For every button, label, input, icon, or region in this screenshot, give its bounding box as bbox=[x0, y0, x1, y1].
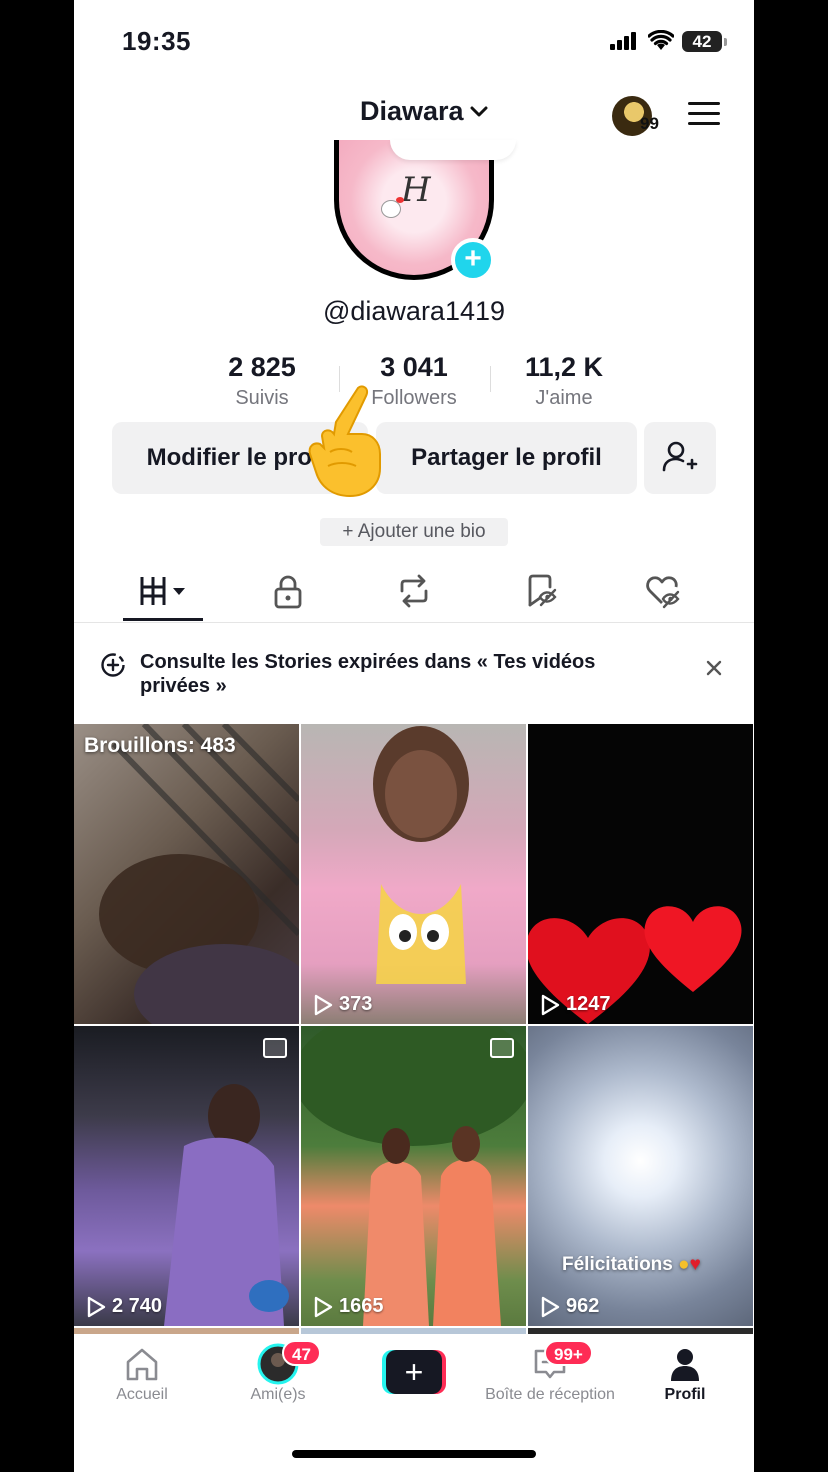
username: @diawara1419 bbox=[322, 296, 506, 326]
nav-label: Accueil bbox=[116, 1386, 168, 1403]
view-count-value: 2 740 bbox=[112, 1295, 163, 1317]
status-time: 19:35 bbox=[122, 26, 191, 56]
nav-label: Ami(e)s bbox=[250, 1386, 306, 1403]
nav-label: Boîte de réception bbox=[485, 1386, 615, 1403]
home-indicator bbox=[292, 1450, 536, 1458]
create-button[interactable]: + bbox=[382, 1350, 446, 1394]
status-bar: 19:35 42 bbox=[74, 0, 754, 80]
thumbnail-image bbox=[301, 1026, 526, 1326]
view-count: 1665 bbox=[313, 1295, 384, 1318]
thumbnail-image bbox=[373, 726, 469, 984]
play-icon bbox=[314, 1296, 333, 1317]
chevron-down-icon bbox=[470, 106, 488, 116]
view-count: 962 bbox=[540, 1295, 599, 1318]
menu-icon[interactable] bbox=[688, 102, 720, 126]
photo-thumbnail[interactable]: 2 740 bbox=[74, 1026, 299, 1326]
wifi-icon bbox=[648, 30, 674, 50]
account-switcher[interactable]: Diawara bbox=[360, 96, 488, 127]
banner-text: Consulte les Stories expirées dans « Tes… bbox=[140, 651, 596, 697]
photo-icon bbox=[263, 1038, 287, 1058]
tab-private[interactable] bbox=[248, 570, 328, 612]
home-icon bbox=[126, 1348, 158, 1381]
repost-icon bbox=[400, 574, 428, 608]
play-icon bbox=[541, 994, 560, 1015]
hearts-image bbox=[528, 906, 742, 1024]
signal-icon bbox=[610, 32, 640, 50]
account-name: Diawara bbox=[360, 96, 464, 126]
share-profile-button[interactable]: Partager le profil bbox=[376, 422, 637, 494]
pointing-hand-emoji bbox=[308, 385, 381, 498]
add-bio-button[interactable]: + Ajouter une bio bbox=[320, 518, 508, 546]
video-caption: Félicitations ●♥ bbox=[562, 1254, 701, 1275]
add-user-icon bbox=[662, 441, 698, 472]
drafts-thumbnail[interactable]: Brouillons: 483 bbox=[74, 724, 299, 1024]
inbox-badge: 99+ bbox=[544, 1340, 593, 1366]
add-story-button[interactable]: + bbox=[451, 238, 495, 282]
stat-value: 11,2 K bbox=[524, 352, 604, 382]
stat-value: 3 041 bbox=[380, 352, 448, 382]
photo-icon bbox=[490, 1038, 514, 1058]
hello-kitty-icon bbox=[381, 197, 404, 218]
view-count-value: 1665 bbox=[339, 1295, 384, 1317]
divider bbox=[74, 622, 754, 623]
photo-thumbnail[interactable]: 1665 bbox=[301, 1026, 526, 1326]
video-thumbnail[interactable]: 373 bbox=[301, 724, 526, 1024]
tab-videos[interactable] bbox=[123, 570, 203, 612]
tab-favorites[interactable] bbox=[501, 570, 581, 612]
active-tab-indicator bbox=[123, 618, 203, 621]
lock-icon bbox=[274, 575, 302, 609]
play-icon bbox=[87, 1296, 106, 1317]
thumbnail-image bbox=[164, 1084, 289, 1326]
videos-grid-icon bbox=[140, 577, 185, 605]
avatar-monogram: H bbox=[401, 170, 431, 210]
favorites-icon bbox=[528, 574, 557, 607]
play-icon bbox=[314, 994, 333, 1015]
friends-badge: 47 bbox=[282, 1340, 321, 1366]
view-count-value: 962 bbox=[566, 1295, 600, 1317]
tab-liked[interactable] bbox=[624, 570, 704, 612]
app-screen: 19:35 42 Diawara 99 H + @diawara1419 2 8… bbox=[74, 0, 754, 1472]
stories-banner[interactable]: Consulte les Stories expirées dans « Tes… bbox=[74, 634, 754, 722]
video-thumbnail[interactable]: Félicitations ●♥ 962 bbox=[528, 1026, 753, 1326]
plus-icon: + bbox=[386, 1350, 442, 1394]
profile-icon bbox=[671, 1349, 699, 1381]
view-count-value: 373 bbox=[339, 993, 373, 1015]
story-add-icon bbox=[101, 653, 125, 677]
view-count: 1247 bbox=[540, 993, 611, 1016]
play-icon bbox=[541, 1296, 560, 1317]
view-count: 2 740 bbox=[86, 1295, 162, 1318]
battery-icon: 42 bbox=[682, 31, 727, 52]
view-count-value: 1247 bbox=[566, 993, 611, 1015]
stat-likes[interactable]: 11,2 K J'aime bbox=[489, 352, 639, 410]
nav-profile[interactable]: Profil bbox=[630, 1346, 740, 1404]
close-icon[interactable] bbox=[702, 656, 726, 680]
notification-count: 99 bbox=[640, 114, 659, 133]
video-thumbnail[interactable]: 1247 bbox=[528, 724, 753, 1024]
view-count: 373 bbox=[313, 993, 372, 1016]
note-bubble[interactable] bbox=[390, 140, 516, 160]
stat-value: 2 825 bbox=[228, 352, 296, 382]
thumbnail-image bbox=[99, 724, 299, 1024]
stat-label: J'aime bbox=[535, 387, 593, 409]
drafts-label: Brouillons: 483 bbox=[84, 734, 236, 757]
tab-reposts[interactable] bbox=[374, 570, 454, 612]
liked-icon bbox=[646, 576, 680, 609]
nav-home[interactable]: Accueil bbox=[87, 1346, 197, 1404]
nav-label: Profil bbox=[664, 1386, 706, 1403]
add-friend-button[interactable] bbox=[644, 422, 716, 494]
